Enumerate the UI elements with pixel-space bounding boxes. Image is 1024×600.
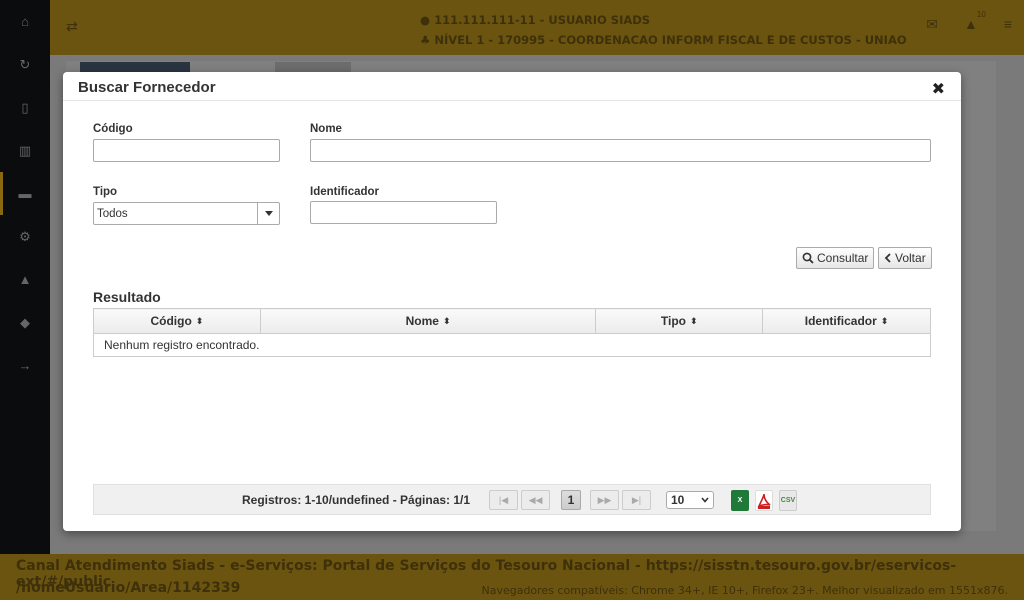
background-tab-active <box>80 62 190 72</box>
refresh-icon: ↻ <box>19 56 31 72</box>
sort-icon: ⬍ <box>880 316 889 327</box>
sidebar-item-education[interactable]: ◆ <box>0 301 50 344</box>
last-page-button[interactable]: ▶| <box>622 490 651 510</box>
search-icon <box>802 252 814 264</box>
sort-icon: ⬍ <box>442 316 451 327</box>
empty-message: Nenhum registro encontrado. <box>93 333 931 357</box>
tipo-select[interactable]: Todos <box>93 202 280 225</box>
sidebar-item-warning[interactable]: ▲ <box>0 258 50 301</box>
sidebar-item-barcode[interactable]: ▥ <box>0 129 50 172</box>
column-header-identificador[interactable]: Identificador ⬍ <box>762 308 931 334</box>
footer-line2: /homeUsuario/Area/1142339 <box>16 580 241 596</box>
prev-page-button[interactable]: ◀◀ <box>521 490 550 510</box>
first-page-icon: |◀ <box>498 494 509 505</box>
user-line: 111.111.111-11 - USUARIO SIADS <box>434 13 651 27</box>
caret-down-icon <box>264 211 273 216</box>
chevron-left-icon <box>884 253 891 263</box>
last-page-icon: ▶| <box>631 494 642 505</box>
pdf-glyph-icon <box>757 493 771 509</box>
csv-export-icon[interactable]: CSV <box>779 490 797 511</box>
barcode-icon: ▥ <box>18 142 32 158</box>
consultar-button[interactable]: Consultar <box>796 247 875 269</box>
consultar-label: Consultar <box>817 251 869 265</box>
sort-icon: ⬍ <box>195 316 204 327</box>
dialog-header: Buscar Fornecedor ✖ <box>63 72 961 101</box>
hamburger-icon[interactable]: ≡ <box>1004 16 1012 33</box>
sidebar-item-home[interactable]: ⌂ <box>0 0 50 43</box>
tipo-label: Tipo <box>93 186 118 198</box>
voltar-label: Voltar <box>895 251 926 265</box>
column-header-codigo[interactable]: Código ⬍ <box>93 308 261 334</box>
resultado-title: Resultado <box>93 289 161 305</box>
footer-browsers: Navegadores compatíveis: Chrome 34+, IE … <box>481 584 1008 597</box>
gears-icon: ⚙ <box>19 228 31 244</box>
sign-in-icon: → <box>18 358 32 373</box>
sidebar-item-archive[interactable]: ▬ <box>0 172 50 215</box>
sidebar-item-settings[interactable]: ⚙ <box>0 215 50 258</box>
background-tab <box>275 62 351 72</box>
tipo-select-value: Todos <box>97 208 128 220</box>
next-page-button[interactable]: ▶▶ <box>590 490 619 510</box>
codigo-label: Código <box>93 123 133 135</box>
paginator: Registros: 1-10/undefined - Páginas: 1/1… <box>93 484 931 515</box>
sort-icon: ⬍ <box>690 316 698 327</box>
user-info: ● 111.111.111-11 - USUARIO SIADS ♣ NÍVEL… <box>420 10 907 50</box>
paginator-info: Registros: 1-10/undefined - Páginas: 1/1 <box>242 493 471 507</box>
excel-export-icon[interactable]: X <box>731 490 749 511</box>
sidebar-item-document[interactable]: ▯ <box>0 86 50 129</box>
graduation-cap-icon: ◆ <box>20 314 30 330</box>
nome-label: Nome <box>310 123 342 135</box>
nome-input[interactable] <box>310 139 931 162</box>
pdf-export-icon[interactable] <box>755 490 773 511</box>
archive-icon: ▬ <box>18 186 32 201</box>
next-page-icon: ▶▶ <box>597 494 612 505</box>
resultado-table: Código ⬍ Nome ⬍ Tipo ⬍ Identificador ⬍ Nenhu… <box>93 308 931 357</box>
document-icon: ▯ <box>21 99 29 115</box>
chevron-down-icon <box>701 497 709 503</box>
column-header-nome[interactable]: Nome ⬍ <box>259 308 597 334</box>
dialog-title: Buscar Fornecedor <box>78 79 216 96</box>
identificador-label: Identificador <box>310 186 380 198</box>
sitemap-icon: ♣ <box>420 33 431 47</box>
codigo-input[interactable] <box>93 139 280 162</box>
identificador-input[interactable] <box>310 201 497 224</box>
page-button-current[interactable]: 1 <box>561 490 581 510</box>
table-row: Nenhum registro encontrado. <box>93 333 931 357</box>
sidebar-item-refresh[interactable]: ↻ <box>0 43 50 86</box>
prev-page-icon: ◀◀ <box>528 494 543 505</box>
envelope-icon[interactable]: ✉ <box>926 16 938 33</box>
warning-icon: ▲ <box>18 272 32 287</box>
page-size-value: 10 <box>671 493 685 507</box>
home-icon: ⌂ <box>21 14 29 29</box>
footer: Canal Atendimento Siads - e-Serviços: Po… <box>0 554 1024 600</box>
user-icon: ● <box>420 13 431 27</box>
sidebar-item-logout[interactable]: → <box>0 344 50 387</box>
page-size-select[interactable]: 10 <box>666 491 714 509</box>
top-icons: ✉ ▲ 10 ≡ <box>926 10 1012 33</box>
org-line: NÍVEL 1 - 170995 - COORDENACAO INFORM FI… <box>434 33 907 47</box>
column-header-tipo[interactable]: Tipo ⬍ <box>595 308 764 334</box>
buscar-fornecedor-dialog: Buscar Fornecedor ✖ Código Nome Tipo Tod… <box>63 72 961 531</box>
voltar-button[interactable]: Voltar <box>878 247 932 269</box>
top-bar: ⇄ ● 111.111.111-11 - USUARIO SIADS ♣ NÍV… <box>50 0 1024 55</box>
menu-toggle-icon[interactable]: ⇄ <box>66 18 78 35</box>
alert-icon[interactable]: ▲ 10 <box>964 10 986 33</box>
notification-count: 10 <box>976 10 986 19</box>
close-icon[interactable]: ✖ <box>932 82 945 98</box>
tipo-dropdown-button[interactable] <box>257 203 279 224</box>
sidebar: ⌂ ↻ ▯ ▥ ▬ ⚙ ▲ ◆ → <box>0 0 50 554</box>
first-page-button[interactable]: |◀ <box>489 490 518 510</box>
